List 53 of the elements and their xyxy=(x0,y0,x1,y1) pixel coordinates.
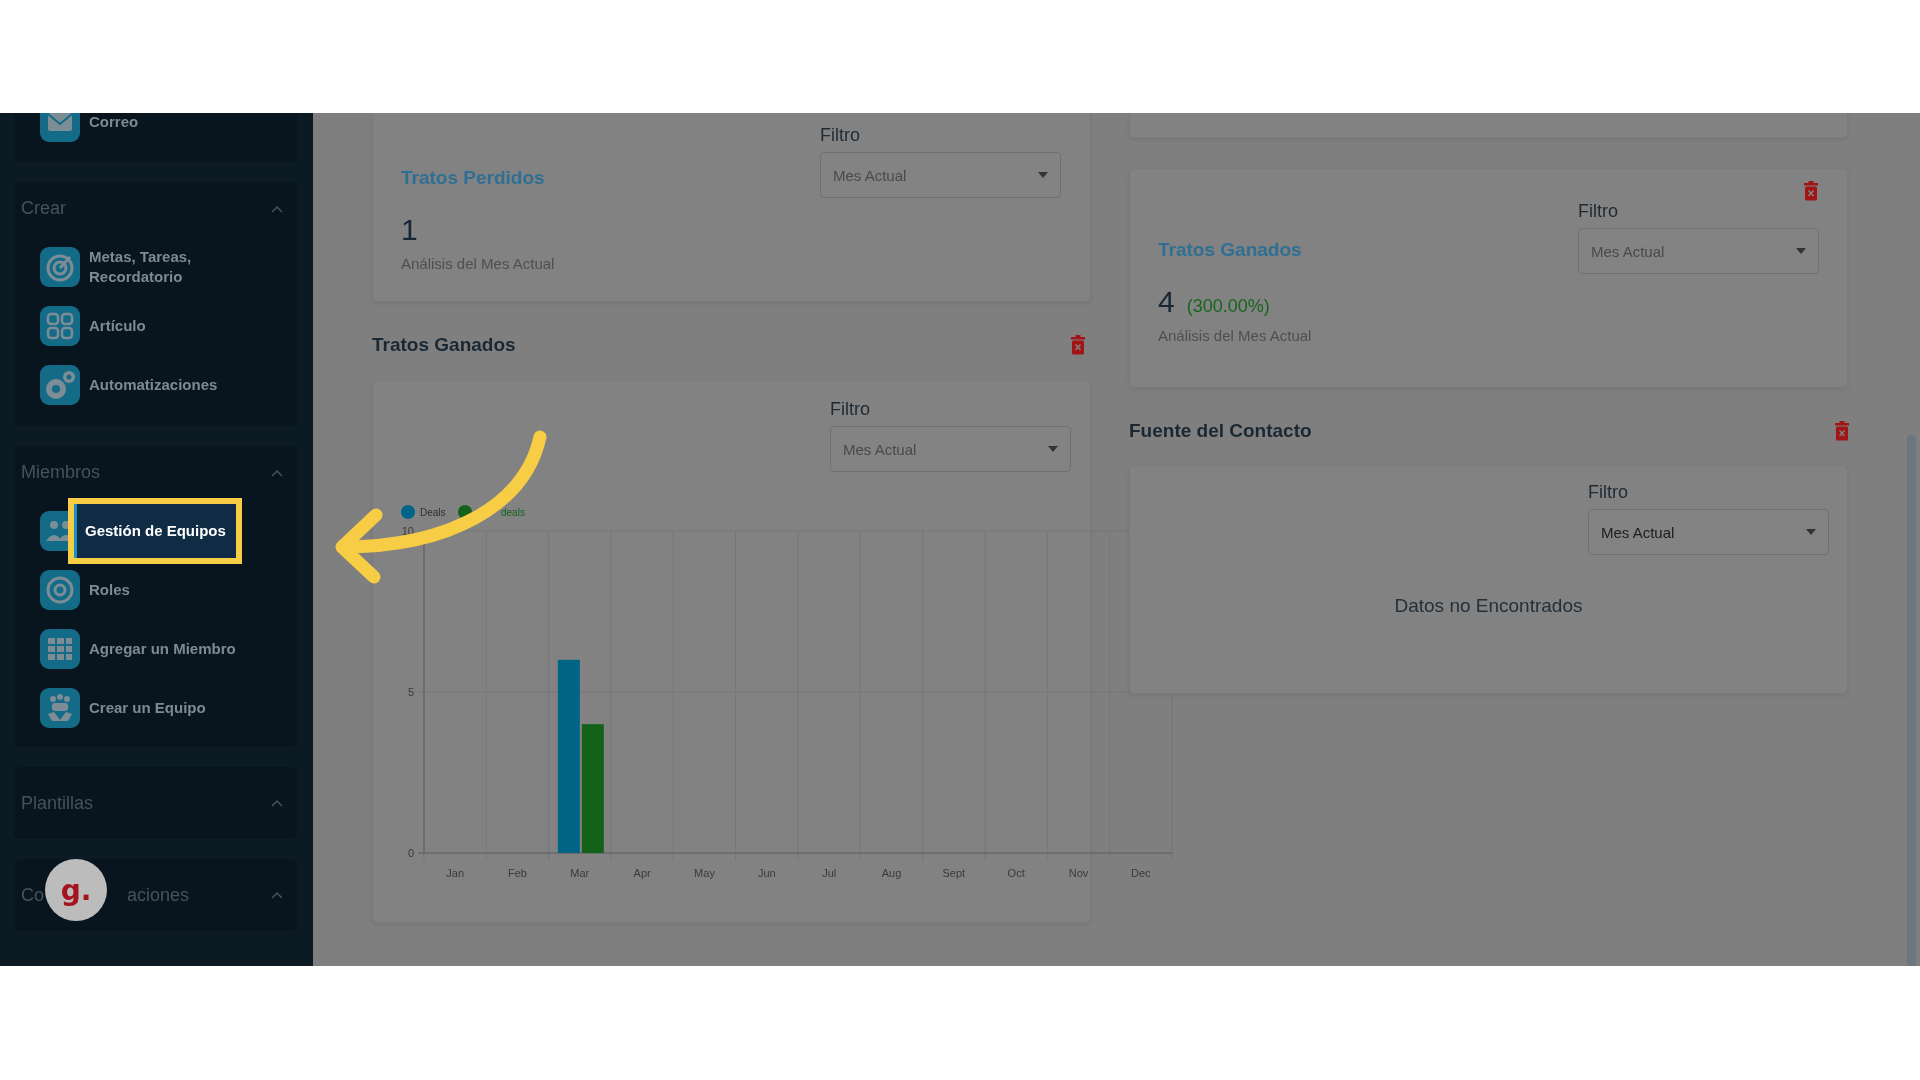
axis-label: Sept xyxy=(942,867,966,879)
filter-label: Filtro xyxy=(1578,201,1619,222)
legend-label: deals xyxy=(501,507,525,518)
axis-label: Aug xyxy=(881,867,902,879)
filter-label: Filtro xyxy=(830,399,871,420)
menu-item[interactable]: Artículo xyxy=(89,315,146,337)
ring-icon[interactable] xyxy=(40,570,80,610)
card-title: Tratos Ganados xyxy=(1158,239,1302,261)
menu-item[interactable]: Metas, Tareas, Recordatorio xyxy=(89,246,192,288)
section-title[interactable]: Plantillas xyxy=(21,792,94,814)
section-title[interactable]: Co xyxy=(21,884,44,906)
legend-label: Deals xyxy=(420,507,446,518)
axis-label: Nov xyxy=(1068,867,1089,879)
quad-icon[interactable] xyxy=(40,306,80,346)
menu-item[interactable]: Automatizaciones xyxy=(89,374,218,396)
section-title[interactable]: Miembros xyxy=(21,462,100,483)
filter-select[interactable]: Mes Actual xyxy=(1578,228,1819,274)
filter-label: Filtro xyxy=(1588,482,1629,503)
axis-label: Oct xyxy=(1007,867,1025,879)
filter-select[interactable]: Mes Actual xyxy=(830,426,1071,472)
axis-tick: 5 xyxy=(407,686,414,698)
gears-icon[interactable] xyxy=(40,365,80,405)
grid-icon[interactable] xyxy=(40,629,80,669)
menu-item[interactable]: Correo xyxy=(89,113,139,133)
menu-item[interactable]: Agregar un Miembro xyxy=(89,638,236,660)
section-heading: Fuente del Contacto xyxy=(1129,420,1312,442)
team-icon[interactable] xyxy=(40,688,80,728)
axis-label: Jul xyxy=(822,867,837,879)
card-title: Tratos Perdidos xyxy=(401,167,545,189)
stat-value: 4 xyxy=(1158,285,1175,319)
section-heading: Tratos Ganados xyxy=(372,334,516,356)
section-title[interactable]: Crear xyxy=(21,198,66,219)
axis-label: Dec xyxy=(1131,867,1151,879)
axis-label: Apr xyxy=(633,867,651,879)
menu-item[interactable]: Gestión de Equipos xyxy=(68,498,242,564)
empty-message: Datos no Encontrados xyxy=(1394,595,1583,617)
target-icon[interactable] xyxy=(40,247,80,287)
section-title[interactable]: aciones xyxy=(127,884,190,906)
axis-tick: 0 xyxy=(407,847,414,859)
mail-icon[interactable] xyxy=(40,113,80,142)
axis-label: Jan xyxy=(446,867,465,879)
change-percentage: (300.00%) xyxy=(1186,296,1270,317)
axis-label: Jun xyxy=(757,867,776,879)
scrollbar[interactable] xyxy=(1907,435,1916,966)
menu-item[interactable]: Roles xyxy=(89,579,130,601)
axis-label: May xyxy=(694,867,715,879)
filter-select[interactable]: Mes Actual xyxy=(820,152,1061,198)
axis-label: Mar xyxy=(570,867,590,879)
filter-label: Filtro xyxy=(820,125,861,146)
menu-item[interactable]: Crear un Equipo xyxy=(89,697,206,719)
filter-select[interactable]: Mes Actual xyxy=(1588,509,1829,555)
axis-label: Feb xyxy=(508,867,527,879)
stat-value: 1 xyxy=(401,213,418,247)
